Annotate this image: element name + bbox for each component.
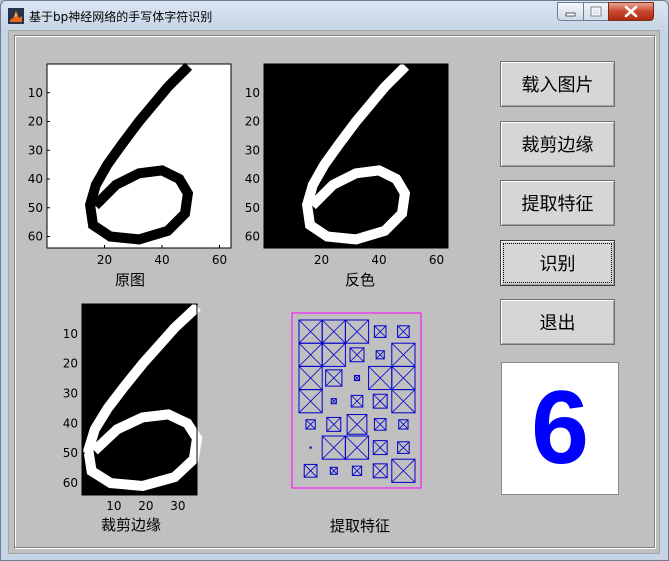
result-display: 6 [501, 362, 619, 495]
window-bottom-border [1, 554, 668, 560]
caption-inverted: 反色 [345, 271, 376, 289]
maximize-button[interactable] [583, 2, 609, 21]
window-title: 基于bp神经网络的手写体字符识别 [29, 10, 213, 24]
caption-cropped: 裁剪边缘 [101, 516, 162, 534]
extract-features-button[interactable]: 提取特征 [500, 180, 615, 226]
minimize-button[interactable] [557, 2, 584, 21]
title-bar[interactable]: 基于bp神经网络的手写体字符识别 [1, 1, 668, 30]
matlab-icon [8, 8, 24, 24]
minimize-icon [565, 12, 576, 17]
maximize-icon [590, 6, 602, 17]
close-button[interactable] [608, 2, 654, 21]
app-window: 基于bp神经网络的手写体字符识别 10 20 30 40 50 60 20 40 60 10 20… [0, 0, 669, 561]
recognized-digit: 6 [531, 370, 589, 486]
load-image-button[interactable]: 载入图片 [500, 61, 615, 107]
caption-original: 原图 [115, 271, 146, 289]
crop-edges-button[interactable]: 裁剪边缘 [500, 121, 615, 167]
exit-button[interactable]: 退出 [500, 299, 615, 345]
caption-features: 提取特征 [330, 517, 391, 535]
close-icon [624, 5, 638, 18]
recognize-button[interactable]: 识别 [500, 240, 615, 286]
